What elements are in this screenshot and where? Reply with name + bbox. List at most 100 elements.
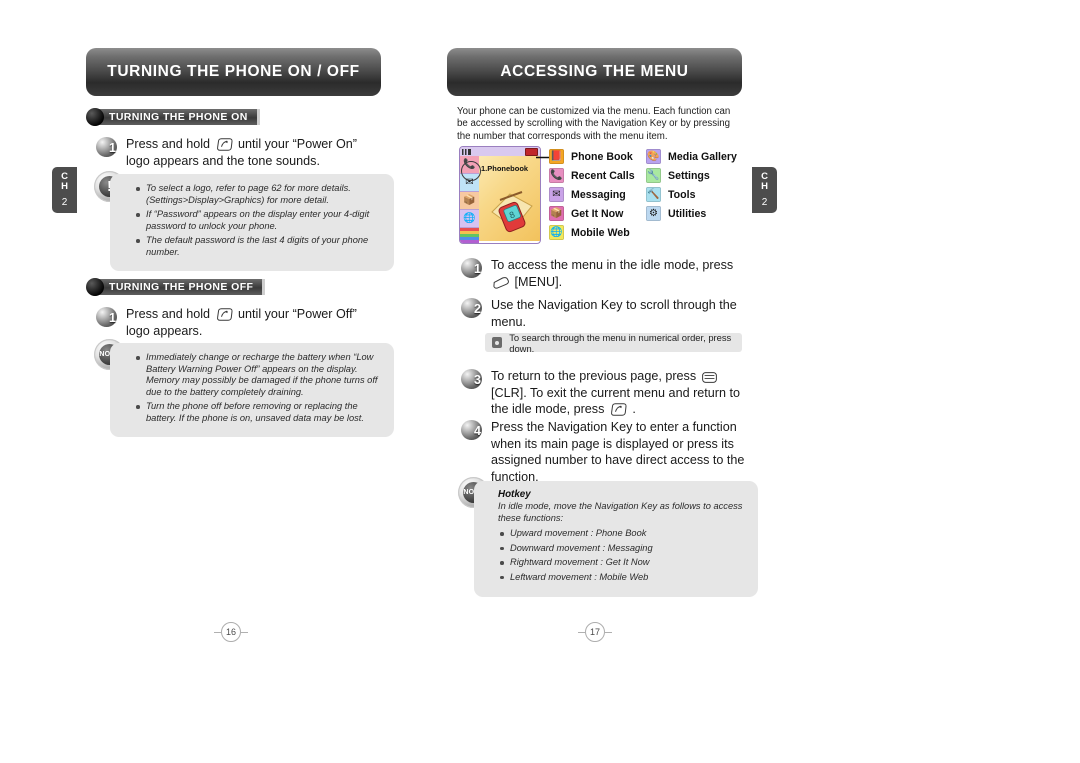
utilities-icon: ⚙ [646, 206, 661, 221]
phone-screen-illustration: 📞 ✉ 📦 🌐 1.Phonebook 8 [459, 146, 541, 244]
messaging-icon: ✉ [549, 187, 564, 202]
callout-text: To search through the menu in numerical … [509, 331, 732, 354]
subhead-turning-phone-on: TURNING THE PHONE ON [86, 108, 260, 126]
settings-icon: 🔧 [646, 168, 661, 183]
chapter-tab-left-number: 2 [61, 197, 68, 208]
page-number-right-value: 17 [585, 622, 605, 642]
step-number-badge: 1 [96, 307, 119, 328]
chapter-tab-right-number: 2 [761, 197, 768, 208]
step1-text-before: To access the menu in the idle mode, pre… [491, 258, 734, 272]
menu-item-utilities[interactable]: ⚙ Utilities [646, 204, 737, 223]
page-number-wing [605, 631, 612, 633]
callout-bullet-icon [492, 337, 503, 348]
step-power-off-text-before: Press and hold [126, 307, 211, 321]
hotkey-intro: In idle mode, move the Navigation Key as… [498, 501, 743, 523]
menu-item-label: Media Gallery [668, 150, 737, 163]
menu-item-tools[interactable]: 🔨 Tools [646, 185, 737, 204]
note-bullet: Turn the phone off before removing or re… [134, 401, 384, 424]
chapter-tab-left: C H 2 [52, 167, 77, 213]
hotkey-title: Hotkey [498, 489, 531, 500]
menu-item-settings[interactable]: 🔧 Settings [646, 166, 737, 185]
right-page-title: ACCESSING THE MENU [500, 63, 689, 80]
menu-item-label: Mobile Web [571, 226, 630, 239]
phone-screen-body: 📞 ✉ 📦 🌐 1.Phonebook 8 [460, 156, 540, 243]
step-number-badge: 3 [461, 369, 484, 390]
menu-item-mobile-web[interactable]: 🌐 Mobile Web [549, 223, 635, 242]
step-power-on-text-before: Press and hold [126, 137, 211, 151]
step-number-1-right: 1 [474, 261, 481, 276]
note-box-power-on: To select a logo, refer to page 62 for m… [110, 174, 394, 271]
end-power-key-icon [216, 308, 233, 321]
step-number-1: 1 [109, 140, 116, 155]
subhead-bullet-icon [86, 108, 104, 126]
step-access-menu: 1 To access the menu in the idle mode, p… [461, 257, 746, 290]
step-power-off-text: Press and hold until your “Power Off” lo… [126, 306, 376, 339]
clr-key-icon [701, 372, 717, 383]
phone-book-highlight-ring [461, 161, 481, 181]
step-number-badge: 1 [96, 137, 119, 158]
menu-item-label: Recent Calls [571, 169, 635, 182]
phone-screen-label: 1.Phonebook [481, 164, 529, 173]
menu-item-get-it-now[interactable]: 📦 Get It Now [549, 204, 635, 223]
step-power-off: 1 Press and hold until your “Power Off” … [96, 306, 376, 339]
menu-item-label: Settings [668, 169, 710, 182]
media-gallery-icon: 🎨 [646, 149, 661, 164]
subhead-bullet-icon [86, 278, 104, 296]
phone-status-bar [460, 147, 540, 156]
hotkey-bullet: Rightward movement : Get It Now [498, 557, 748, 569]
step3-text-after: . [632, 402, 636, 416]
note-box-power-on-list: To select a logo, refer to page 62 for m… [134, 183, 384, 259]
menu-item-label: Get It Now [571, 207, 624, 220]
page-number-wing [214, 631, 221, 633]
menu-item-recent-calls[interactable]: 📞 Recent Calls [549, 166, 635, 185]
signal-icon [462, 148, 471, 155]
numerical-order-callout: To search through the menu in numerical … [485, 331, 742, 354]
recent-calls-icon: 📞 [549, 168, 564, 183]
note-box-power-off-list: Immediately change or recharge the batte… [134, 352, 384, 425]
page-number-left: 16 [214, 622, 248, 642]
step-return-previous: 3 To return to the previous page, press … [461, 368, 751, 418]
page-number-right: 17 [578, 622, 612, 642]
step-enter-function: 4 Press the Navigation Key to enter a fu… [461, 419, 746, 485]
menu-item-label: Messaging [571, 188, 626, 201]
chapter-tab-right: C H 2 [752, 167, 777, 213]
mobile-web-icon: 🌐 [549, 225, 564, 240]
page-number-left-value: 16 [221, 622, 241, 642]
step-number-badge: 2 [461, 298, 484, 319]
menu-column-left: 📕 Phone Book 📞 Recent Calls ✉ Messaging … [549, 147, 635, 242]
right-page-banner: ACCESSING THE MENU [447, 48, 742, 96]
step1-text-after: [MENU]. [514, 274, 563, 289]
page-number-wing [241, 631, 248, 633]
note-box-power-off: Immediately change or recharge the batte… [110, 343, 394, 437]
menu-item-phone-book[interactable]: 📕 Phone Book [549, 147, 635, 166]
step-power-on: 1 Press and hold until your “Power On” l… [96, 136, 376, 169]
step-number-2-right: 2 [474, 301, 481, 316]
step3-text-before: To return to the previous page, press [491, 369, 697, 383]
note-bullet: The default password is the last 4 digit… [134, 235, 384, 258]
subhead-turning-phone-off-label: TURNING THE PHONE OFF [95, 279, 266, 295]
chapter-tab-left-h: H [61, 181, 68, 192]
chapter-tab-right-h: H [761, 181, 768, 192]
tools-icon: 🔨 [646, 187, 661, 202]
step-return-previous-text: To return to the previous page, press [C… [491, 368, 751, 418]
left-page-banner: TURNING THE PHONE ON / OFF [86, 48, 381, 96]
get-it-now-icon: 📦 [549, 206, 564, 221]
sidebar-icon-mobile-web: 🌐 [460, 210, 479, 228]
page-number-wing [578, 631, 585, 633]
subhead-turning-phone-off: TURNING THE PHONE OFF [86, 278, 266, 296]
step-enter-function-text: Press the Navigation Key to enter a func… [491, 420, 745, 484]
hotkey-list: Upward movement : Phone Book Downward mo… [498, 528, 748, 583]
sidebar-color-stripes [460, 228, 479, 243]
menu-item-label: Utilities [668, 207, 707, 220]
hotkey-bullet: Upward movement : Phone Book [498, 528, 748, 540]
note-bullet: To select a logo, refer to page 62 for m… [134, 183, 384, 206]
menu-soft-key-icon [493, 276, 509, 289]
step-number-4: 4 [474, 423, 481, 438]
sidebar-icon-get-it-now: 📦 [460, 192, 479, 210]
menu-item-media-gallery[interactable]: 🎨 Media Gallery [646, 147, 737, 166]
subhead-turning-phone-on-label: TURNING THE PHONE ON [95, 109, 260, 125]
menu-item-label: Tools [668, 188, 696, 201]
left-page-title: TURNING THE PHONE ON / OFF [107, 63, 360, 80]
menu-item-messaging[interactable]: ✉ Messaging [549, 185, 635, 204]
menu-item-label: Phone Book [571, 150, 633, 163]
